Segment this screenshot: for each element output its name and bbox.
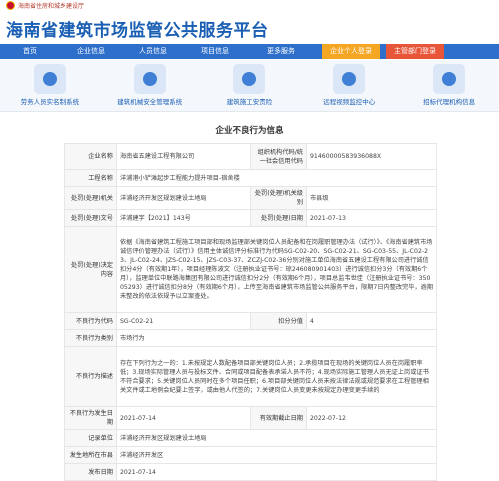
penalty-date-label: 处罚(处理)日期 [250,209,307,227]
description-label: 不良行为描述 [64,346,117,407]
nav-home[interactable]: 首页 [0,44,60,59]
deduct-label: 扣分分值 [250,312,307,330]
nav-more-services[interactable]: 更多服务 [246,44,316,59]
penalty-org-label: 处罚(处理)机关 [64,186,117,210]
occur-date-label: 不良行为发生日期 [64,406,117,430]
org-code-value: 91460000583936088X [306,143,437,170]
quick-link-label: 建筑机械安全管理系统 [117,98,183,106]
category-value: 市场行为 [116,329,437,347]
table-row: 处罚(处理)决定内容 依据《海南省建筑工程施工项目部和现场监理部关键岗位人员配备… [64,226,437,313]
publish-date-value: 2021-07-14 [116,463,437,481]
location-label: 发生地所在市县 [64,446,117,464]
table-row: 处罚(处理)文号 洋浦建字【2021】143号 处罚(处理)日期 2021-07… [64,209,437,227]
table-row: 记录单位 洋浦经济开发区规划建设土地局 [64,429,437,447]
nav-project[interactable]: 项目信息 [184,44,246,59]
site-title: 海南省建筑市场监管公共服务平台 [6,21,269,41]
table-row: 不良行为类别 市场行为 [64,329,437,347]
enterprise-name-label: 企业名称 [64,143,117,170]
quick-links: 劳务人员实名制系统 建筑机械安全管理系统 建筑施工安责险 远程视频监控中心 招标… [0,60,499,112]
decision-value: 依据《海南省建筑工程施工项目部和现场监理部关键岗位人员配备和在岗履职管理办法（试… [116,226,437,313]
description-value: 存在下列行为之一的：1.未按规定人数配备项目部关键岗位人员；2.承揽项目在现场的… [116,346,437,407]
enterprise-name-value: 海南省五建设工程有限公司 [116,143,251,170]
quick-link-bid-agency[interactable]: 招标代理机构信息 [404,60,494,111]
category-label: 不良行为类别 [64,329,117,347]
quick-link-insurance[interactable]: 建筑施工安责险 [204,60,294,111]
ministry-name: 海南省住房和城乡建设厅 [18,3,85,10]
video-monitor-icon [333,64,366,94]
doc-no-value: 洋浦建字【2021】143号 [116,209,251,227]
table-row: 不良行为发生日期 2021-07-14 有效期截止日期 2022-07-12 [64,406,437,430]
occur-date-value: 2021-07-14 [116,406,251,430]
table-row: 发布日期 2021-07-14 [64,463,437,481]
behavior-code-label: 不良行为代码 [64,312,117,330]
project-name-label: 工程名称 [64,169,117,187]
table-row: 企业名称 海南省五建设工程有限公司 组织机构代码/统一社会信用代码 914600… [64,143,437,170]
table-row: 不良行为描述 存在下列行为之一的：1.未按规定人数配备项目部关键岗位人员；2.承… [64,346,437,407]
worker-icon [33,64,66,94]
behavior-code-value: SG-C02-21 [116,312,251,330]
authority-login-button[interactable]: 主管部门登录 [386,44,444,59]
deduct-value: 4 [306,312,437,330]
quick-link-label: 劳务人员实名制系统 [20,98,80,106]
decision-label: 处罚(处理)决定内容 [64,226,117,313]
safety-helmet-icon [233,64,266,94]
quick-link-label: 远程视频监控中心 [323,98,376,106]
quick-link-labor[interactable]: 劳务人员实名制系统 [5,60,95,111]
table-row: 工程名称 洋浦港小铲滩起步工程能力提升项目-宿舍楼 [64,169,437,187]
site-header: 海南省建筑市场监管公共服务平台 [0,12,499,41]
enterprise-login-button[interactable]: 企业个人登录 [322,44,380,59]
section-title: 企业不良行为信息 [215,126,284,136]
table-row: 不良行为代码 SG-C02-21 扣分分值 4 [64,312,437,330]
table-row: 处罚(处理)机关 洋浦经济开发区规划建设土地局 处罚(处理)机关级别 市县级 [64,186,437,210]
org-code-label: 组织机构代码/统一社会信用代码 [250,143,307,170]
penalty-level-value: 市县级 [306,186,437,210]
penalty-level-label: 处罚(处理)机关级别 [250,186,307,210]
penalty-date-value: 2021-07-13 [306,209,437,227]
quick-link-video[interactable]: 远程视频监控中心 [304,60,394,111]
main-nav: 首页 企业信息 人员信息 项目信息 更多服务 企业个人登录 主管部门登录 [0,44,499,59]
quick-link-label: 建筑施工安责险 [226,98,273,106]
doc-no-label: 处罚(处理)文号 [64,209,117,227]
valid-until-label: 有效期截止日期 [250,406,307,430]
bid-agency-icon [433,64,466,94]
record-org-label: 记录单位 [64,429,117,447]
penalty-org-value: 洋浦经济开发区规划建设土地局 [116,186,251,210]
top-bar: 海南省住房和城乡建设厅 [0,0,499,12]
valid-until-value: 2022-07-12 [306,406,437,430]
quick-link-machinery[interactable]: 建筑机械安全管理系统 [105,60,195,111]
quick-link-label: 招标代理机构信息 [423,98,476,106]
publish-date-label: 发布日期 [64,463,117,481]
location-value: 洋浦经济开发区 [116,446,437,464]
ministry-brand: 海南省住房和城乡建设厅 [6,1,84,10]
national-emblem-icon [6,1,15,10]
record-org-value: 洋浦经济开发区规划建设土地局 [116,429,437,447]
table-row: 发生地所在市县 洋浦经济开发区 [64,446,437,464]
nav-enterprise[interactable]: 企业信息 [60,44,122,59]
machinery-icon [133,64,166,94]
bad-behavior-table: 企业名称 海南省五建设工程有限公司 组织机构代码/统一社会信用代码 914600… [64,143,437,481]
project-name-value: 洋浦港小铲滩起步工程能力提升项目-宿舍楼 [116,169,437,187]
nav-personnel[interactable]: 人员信息 [122,44,184,59]
